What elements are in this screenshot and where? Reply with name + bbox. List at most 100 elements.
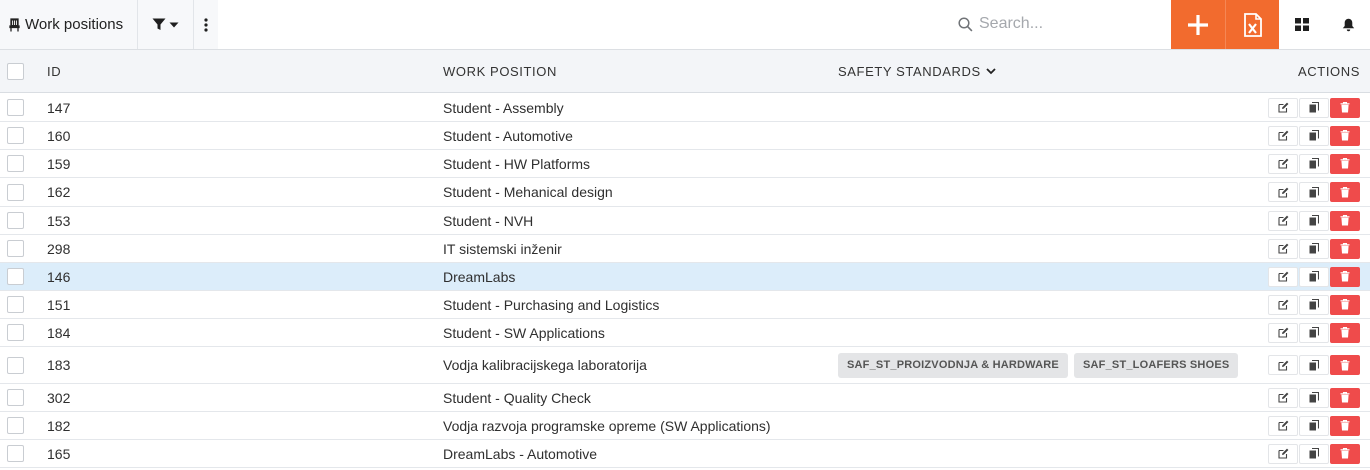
delete-button[interactable] xyxy=(1330,355,1360,375)
delete-button[interactable] xyxy=(1330,322,1360,343)
duplicate-button[interactable] xyxy=(1299,294,1329,315)
trash-icon xyxy=(1340,327,1350,338)
duplicate-button[interactable] xyxy=(1299,238,1329,259)
edit-button[interactable] xyxy=(1268,97,1298,118)
toolbar-left-group: Work positions xyxy=(0,0,219,49)
trash-icon xyxy=(1340,186,1350,197)
header-id[interactable]: ID xyxy=(47,50,61,93)
row-select-cell xyxy=(7,384,24,411)
more-options-button[interactable] xyxy=(194,0,218,49)
safety-standard-badge: SAF_ST_LOAFERS SHOES xyxy=(1073,352,1239,378)
copy-icon xyxy=(1309,130,1319,141)
page-title-button[interactable]: Work positions xyxy=(0,0,139,49)
duplicate-button[interactable] xyxy=(1299,153,1329,174)
delete-button[interactable] xyxy=(1330,443,1360,464)
duplicate-button[interactable] xyxy=(1299,322,1329,343)
delete-button[interactable] xyxy=(1330,387,1360,408)
table-row[interactable]: 162 Student - Mehanical design xyxy=(0,178,1370,207)
delete-button[interactable] xyxy=(1330,238,1360,259)
row-checkbox[interactable] xyxy=(7,356,24,374)
edit-button[interactable] xyxy=(1268,210,1298,231)
row-checkbox[interactable] xyxy=(7,240,24,257)
edit-button[interactable] xyxy=(1268,266,1298,287)
duplicate-button[interactable] xyxy=(1299,443,1329,464)
edit-icon xyxy=(1277,158,1288,169)
filter-button[interactable] xyxy=(138,0,195,49)
table-row[interactable]: 298 IT sistemski inženir xyxy=(0,235,1370,263)
table-row[interactable]: 147 Student - Assembly xyxy=(0,94,1370,122)
duplicate-button[interactable] xyxy=(1299,210,1329,231)
export-excel-button[interactable] xyxy=(1225,0,1279,49)
edit-icon xyxy=(1277,448,1288,459)
table-row[interactable]: 165 DreamLabs - Automotive xyxy=(0,440,1370,468)
row-checkbox[interactable] xyxy=(7,155,24,172)
table-row[interactable]: 183 Vodja kalibracijskega laboratorija SAF… xyxy=(0,347,1370,384)
duplicate-button[interactable] xyxy=(1299,387,1329,408)
row-select-cell xyxy=(7,207,24,234)
header-safety-standards[interactable]: SAFETY STANDARDS xyxy=(838,50,996,93)
row-checkbox[interactable] xyxy=(7,296,24,313)
table-row[interactable]: 153 Student - NVH xyxy=(0,207,1370,235)
row-actions xyxy=(1267,291,1360,318)
layout-toggle-button[interactable] xyxy=(1282,0,1322,49)
row-checkbox[interactable] xyxy=(7,183,24,201)
row-checkbox[interactable] xyxy=(7,268,24,285)
duplicate-button[interactable] xyxy=(1299,355,1329,375)
row-work-position: Student - HW Platforms xyxy=(443,155,591,172)
table-row[interactable]: 182 Vodja razvoja programske opreme (SW A… xyxy=(0,412,1370,440)
edit-button[interactable] xyxy=(1268,238,1298,259)
row-checkbox[interactable] xyxy=(7,324,24,341)
duplicate-button[interactable] xyxy=(1299,266,1329,287)
row-checkbox[interactable] xyxy=(7,212,24,229)
duplicate-button[interactable] xyxy=(1299,125,1329,146)
select-all-checkbox[interactable] xyxy=(7,63,24,80)
table-row[interactable]: 184 Student - SW Applications xyxy=(0,319,1370,347)
chair-icon xyxy=(9,17,20,31)
row-actions xyxy=(1267,178,1360,206)
delete-button[interactable] xyxy=(1330,415,1360,436)
edit-button[interactable] xyxy=(1268,294,1298,315)
edit-button[interactable] xyxy=(1268,182,1298,202)
add-button[interactable] xyxy=(1171,0,1225,49)
duplicate-button[interactable] xyxy=(1299,97,1329,118)
delete-button[interactable] xyxy=(1330,210,1360,231)
edit-button[interactable] xyxy=(1268,355,1298,375)
row-checkbox[interactable] xyxy=(7,99,24,116)
row-checkbox[interactable] xyxy=(7,417,24,434)
row-actions xyxy=(1267,412,1360,439)
delete-button[interactable] xyxy=(1330,182,1360,202)
kebab-menu-icon xyxy=(204,17,208,32)
edit-button[interactable] xyxy=(1268,387,1298,408)
table-row[interactable]: 160 Student - Automotive xyxy=(0,122,1370,150)
copy-icon xyxy=(1309,299,1319,310)
edit-button[interactable] xyxy=(1268,443,1298,464)
delete-button[interactable] xyxy=(1330,266,1360,287)
notifications-button[interactable] xyxy=(1328,0,1368,49)
header-actions: ACTIONS xyxy=(1298,64,1360,79)
delete-button[interactable] xyxy=(1330,153,1360,174)
grid-layout-icon xyxy=(1295,18,1309,31)
search-input[interactable] xyxy=(979,15,1159,33)
delete-button[interactable] xyxy=(1330,294,1360,315)
edit-button[interactable] xyxy=(1268,125,1298,146)
select-all-cell xyxy=(7,50,24,93)
row-checkbox[interactable] xyxy=(7,389,24,406)
table-row[interactable]: 151 Student - Purchasing and Logistics xyxy=(0,291,1370,319)
edit-icon xyxy=(1277,327,1288,338)
duplicate-button[interactable] xyxy=(1299,415,1329,436)
edit-button[interactable] xyxy=(1268,153,1298,174)
edit-button[interactable] xyxy=(1268,415,1298,436)
table-row[interactable]: 302 Student - Quality Check xyxy=(0,384,1370,412)
delete-button[interactable] xyxy=(1330,125,1360,146)
edit-button[interactable] xyxy=(1268,322,1298,343)
row-checkbox[interactable] xyxy=(7,127,24,144)
plus-icon xyxy=(1188,14,1208,35)
table-header: ID WORK POSITION SAFETY STANDARDS ACTION… xyxy=(0,50,1370,93)
row-checkbox[interactable] xyxy=(7,445,24,462)
table-row[interactable]: 146 DreamLabs xyxy=(0,263,1370,291)
chevron-down-icon xyxy=(986,68,996,75)
header-work-position[interactable]: WORK POSITION xyxy=(443,50,557,93)
table-row[interactable]: 159 Student - HW Platforms xyxy=(0,150,1370,178)
duplicate-button[interactable] xyxy=(1299,182,1329,202)
delete-button[interactable] xyxy=(1330,97,1360,118)
